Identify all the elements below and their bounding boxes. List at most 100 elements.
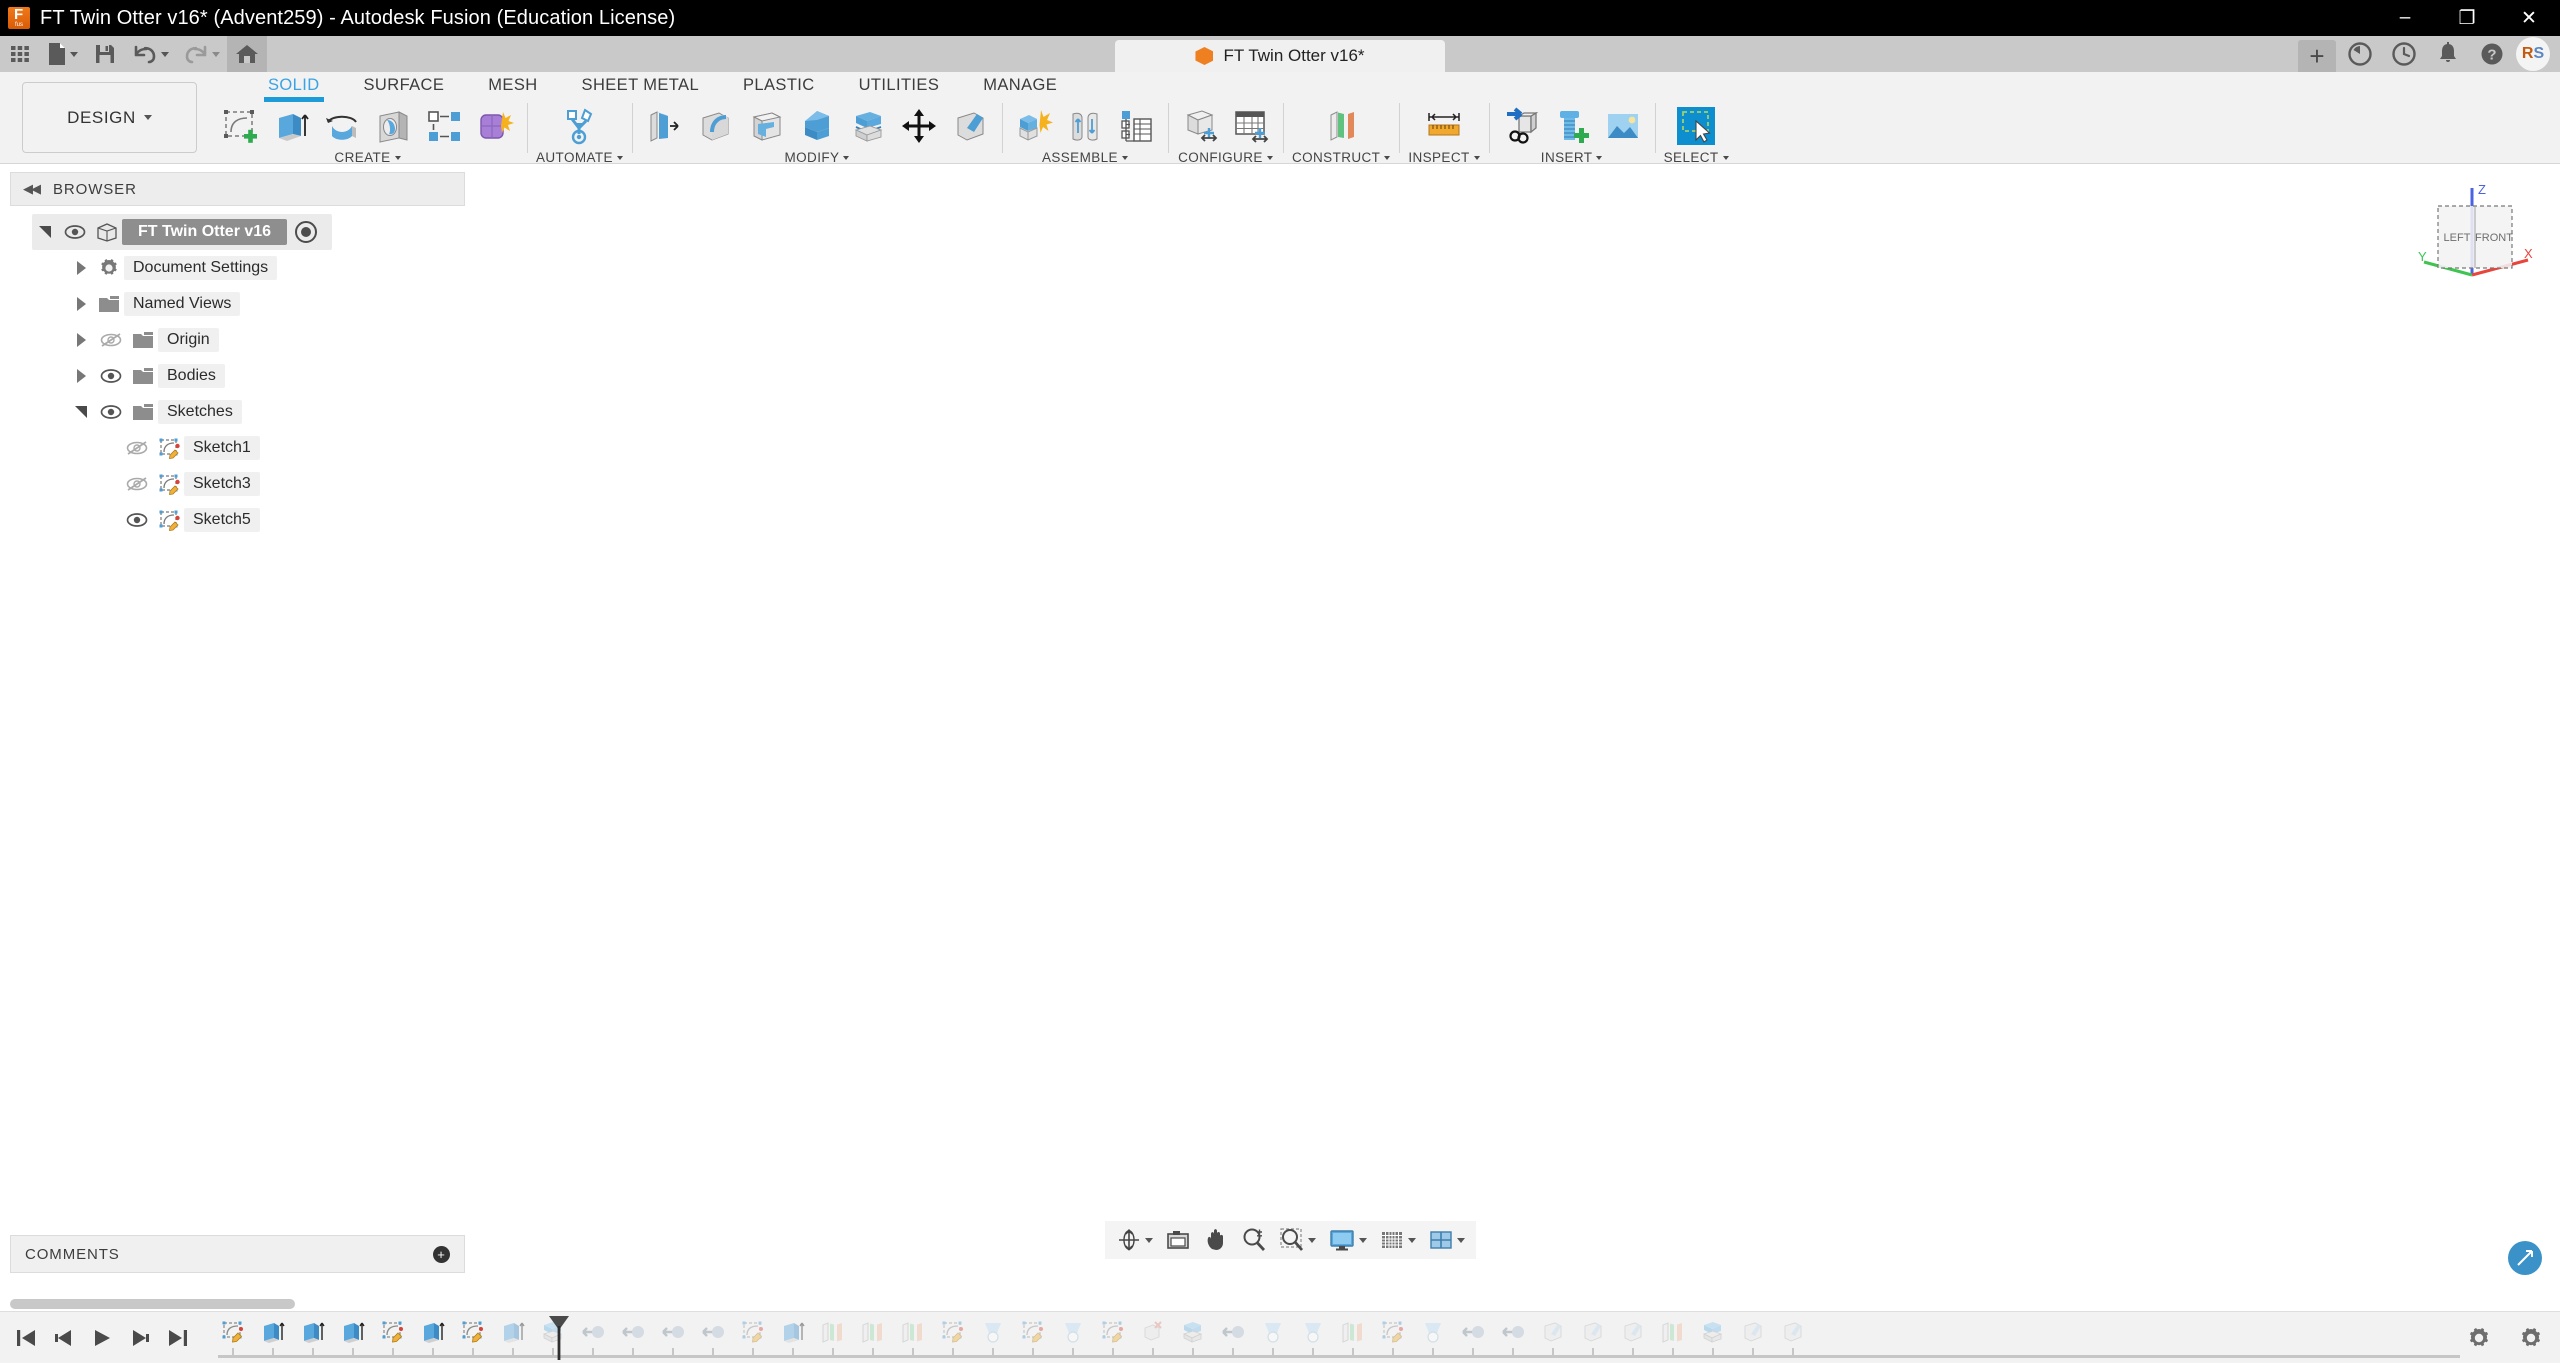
extrude-feature[interactable] bbox=[338, 1317, 368, 1347]
extrude-feature[interactable] bbox=[498, 1317, 528, 1347]
orbit-icon[interactable] bbox=[1111, 1223, 1158, 1257]
joint-icon[interactable] bbox=[1062, 102, 1108, 150]
tab-solid[interactable]: SOLID bbox=[246, 72, 342, 102]
grid-snaps-icon[interactable] bbox=[1374, 1223, 1421, 1257]
tab-mesh[interactable]: MESH bbox=[466, 72, 559, 98]
activate-component-radio[interactable] bbox=[295, 221, 318, 243]
press-pull-icon[interactable] bbox=[641, 102, 687, 150]
tab-manage[interactable]: MANAGE bbox=[961, 72, 1079, 98]
fillet-icon[interactable] bbox=[692, 102, 738, 150]
twist-collapsed-icon[interactable] bbox=[68, 333, 94, 347]
revolve-feature[interactable] bbox=[1218, 1317, 1248, 1347]
visibility-eye-icon[interactable] bbox=[58, 224, 92, 240]
chamfer-feature[interactable] bbox=[1538, 1317, 1568, 1347]
sketch-feature[interactable] bbox=[458, 1317, 488, 1347]
display-settings-icon[interactable] bbox=[1323, 1223, 1372, 1257]
undo-icon[interactable] bbox=[125, 36, 176, 72]
collapse-left-icon[interactable]: ◀◀ bbox=[23, 181, 41, 197]
scrollbar-thumb[interactable] bbox=[10, 1299, 295, 1309]
job-status-icon[interactable] bbox=[2340, 36, 2380, 72]
visibility-eye-off-icon[interactable] bbox=[120, 475, 154, 493]
move-copy-icon[interactable] bbox=[896, 102, 942, 150]
sketch-feature[interactable] bbox=[1018, 1317, 1048, 1347]
chamfer-feature[interactable] bbox=[1578, 1317, 1608, 1347]
minimize-button[interactable]: – bbox=[2374, 0, 2436, 36]
plane-feature[interactable] bbox=[1338, 1317, 1368, 1347]
tree-item-bodies[interactable]: Bodies bbox=[68, 358, 465, 394]
timeline-items[interactable] bbox=[218, 1312, 2460, 1364]
offset-plane-icon[interactable] bbox=[1318, 102, 1364, 150]
form-icon[interactable] bbox=[472, 102, 518, 150]
extrude-feature[interactable] bbox=[298, 1317, 328, 1347]
comments-panel[interactable]: COMMENTS + bbox=[10, 1235, 465, 1273]
combine-icon[interactable] bbox=[794, 102, 840, 150]
insert-mcmaster-icon[interactable] bbox=[1549, 102, 1595, 150]
new-document-tab-button[interactable]: + bbox=[2298, 40, 2336, 72]
loft-feature[interactable] bbox=[1058, 1317, 1088, 1347]
panel-inspect-caret[interactable] bbox=[1473, 155, 1480, 160]
go-to-beginning-button[interactable] bbox=[14, 1323, 38, 1353]
panel-assemble-caret[interactable] bbox=[1121, 155, 1128, 160]
twist-collapsed-icon[interactable] bbox=[68, 369, 94, 383]
loft-feature[interactable] bbox=[1298, 1317, 1328, 1347]
measure-icon[interactable] bbox=[1421, 102, 1467, 150]
workspace-dropdown-caret[interactable] bbox=[143, 115, 152, 120]
play-button[interactable] bbox=[90, 1323, 114, 1353]
maximize-button[interactable]: ❐ bbox=[2436, 0, 2498, 36]
home-icon[interactable] bbox=[227, 36, 267, 72]
recent-activity-icon[interactable] bbox=[2384, 36, 2424, 72]
extrude-feature[interactable] bbox=[418, 1317, 448, 1347]
performance-indicator-icon[interactable] bbox=[2508, 1241, 2542, 1275]
tree-item-sketch1[interactable]: Sketch1 bbox=[120, 430, 465, 466]
chamfer-feature[interactable] bbox=[1778, 1317, 1808, 1347]
app-grid-icon[interactable] bbox=[0, 36, 40, 72]
sketch-feature[interactable] bbox=[938, 1317, 968, 1347]
help-icon[interactable]: ? bbox=[2472, 36, 2512, 72]
step-forward-button[interactable] bbox=[128, 1323, 152, 1353]
visibility-eye-off-icon[interactable] bbox=[120, 439, 154, 457]
twist-expanded-icon[interactable] bbox=[68, 406, 94, 418]
chamfer-feature[interactable] bbox=[1618, 1317, 1648, 1347]
timeline-options-gear-icon[interactable] bbox=[2518, 1325, 2544, 1351]
twist-collapsed-icon[interactable] bbox=[68, 261, 94, 275]
extrude-icon[interactable] bbox=[268, 102, 314, 150]
grid-snaps-dropdown-caret[interactable] bbox=[1408, 1237, 1416, 1243]
loft-feature[interactable] bbox=[978, 1317, 1008, 1347]
revolve-feature[interactable] bbox=[578, 1317, 608, 1347]
visibility-eye-off-icon[interactable] bbox=[94, 331, 128, 349]
zoom-icon[interactable] bbox=[1236, 1223, 1272, 1257]
view-cube[interactable]: Z Y X LEFT FRONT bbox=[2416, 180, 2536, 284]
revolve-icon[interactable] bbox=[319, 102, 365, 150]
loft-feature[interactable] bbox=[1258, 1317, 1288, 1347]
loft-feature[interactable] bbox=[1418, 1317, 1448, 1347]
step-back-button[interactable] bbox=[52, 1323, 76, 1353]
revolve-feature[interactable] bbox=[1458, 1317, 1488, 1347]
zoom-window-dropdown-caret[interactable] bbox=[1308, 1237, 1316, 1243]
plane-feature[interactable] bbox=[898, 1317, 928, 1347]
add-comment-icon[interactable]: + bbox=[433, 1245, 450, 1263]
configure-model-icon[interactable] bbox=[1177, 102, 1223, 150]
visibility-eye-icon[interactable] bbox=[120, 512, 154, 528]
go-to-end-button[interactable] bbox=[166, 1323, 190, 1353]
twist-collapsed-icon[interactable] bbox=[68, 297, 94, 311]
revolve-feature[interactable] bbox=[1498, 1317, 1528, 1347]
sketch-feature[interactable] bbox=[378, 1317, 408, 1347]
offset-face-feature[interactable] bbox=[1698, 1317, 1728, 1347]
chamfer-icon[interactable] bbox=[947, 102, 993, 150]
tree-item-sketches[interactable]: Sketches bbox=[68, 394, 465, 430]
new-document-icon[interactable] bbox=[40, 36, 85, 72]
insert-derive-icon[interactable] bbox=[1498, 102, 1544, 150]
tab-plastic[interactable]: PLASTIC bbox=[721, 72, 837, 98]
shell-icon[interactable] bbox=[743, 102, 789, 150]
twist-expanded-icon[interactable] bbox=[32, 226, 58, 238]
look-at-icon[interactable] bbox=[1160, 1223, 1196, 1257]
display-settings-dropdown-caret[interactable] bbox=[1359, 1237, 1367, 1243]
new-document-dropdown-caret[interactable] bbox=[70, 51, 78, 57]
configuration-table-icon[interactable] bbox=[1228, 102, 1274, 150]
plane-feature[interactable] bbox=[1658, 1317, 1688, 1347]
revolve-feature[interactable] bbox=[658, 1317, 688, 1347]
undo-dropdown-caret[interactable] bbox=[161, 51, 169, 57]
select-window-icon[interactable] bbox=[1673, 102, 1719, 150]
hole-icon[interactable] bbox=[370, 102, 416, 150]
offset-face-icon[interactable] bbox=[845, 102, 891, 150]
